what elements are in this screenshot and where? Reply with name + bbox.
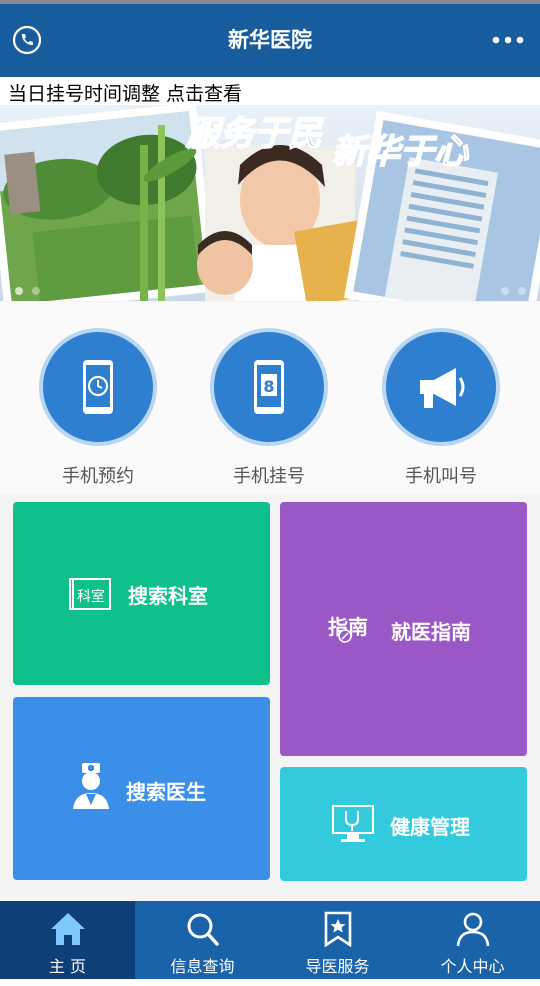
- carousel-dot: [15, 287, 23, 295]
- clock-phone-icon: [83, 360, 113, 414]
- appointment-label: 手机预约: [62, 466, 134, 487]
- bottom-strip: [0, 979, 540, 986]
- health-management-label: 健康管理: [390, 815, 470, 839]
- more-options-icon[interactable]: [490, 32, 526, 48]
- tab-personal-center[interactable]: 个人中心: [405, 901, 540, 979]
- tab-info-query[interactable]: 信息查询: [135, 901, 270, 979]
- user-icon: [456, 912, 490, 947]
- guide-tile[interactable]: 指南 就医指南: [280, 502, 527, 756]
- search-department-tile[interactable]: 科室 搜索科室: [13, 502, 270, 685]
- bottom-tab-bar: 主 页 信息查询 导医服务 个人中心: [0, 901, 540, 979]
- tab-home-label: 主 页: [48, 957, 87, 976]
- call-number-button[interactable]: [382, 328, 500, 446]
- banner-headline-left: 服务于民: [185, 114, 324, 154]
- carousel-dot: [518, 287, 526, 295]
- appointment-button[interactable]: [39, 328, 157, 446]
- home-icon: [51, 913, 85, 945]
- search-doctor-tile[interactable]: 搜索医生: [13, 697, 270, 880]
- svg-text:8: 8: [263, 377, 274, 396]
- banner-carousel[interactable]: 服务于民 新华于心: [0, 105, 540, 301]
- monitor-stethoscope-icon: [332, 805, 374, 842]
- department-sign-icon: 科室: [69, 578, 111, 610]
- tab-personal-center-label: 个人中心: [440, 957, 505, 976]
- guide-label: 就医指南: [391, 620, 471, 644]
- tab-info-query-label: 信息查询: [170, 957, 235, 976]
- doctor-icon: [73, 763, 109, 809]
- number-phone-icon: 8: [254, 360, 284, 414]
- notice-text: 当日挂号时间调整 点击查看: [8, 83, 243, 105]
- megaphone-icon: [420, 368, 465, 408]
- carousel-dot: [501, 287, 509, 295]
- page-title: 新华医院: [228, 28, 312, 52]
- tab-guide-service[interactable]: 导医服务: [270, 901, 405, 979]
- top-bar: 新华医院: [0, 4, 540, 77]
- notice-bar[interactable]: 当日挂号时间调整 点击查看: [0, 77, 540, 105]
- carousel-dot: [32, 287, 40, 295]
- search-doctor-label: 搜索医生: [126, 780, 206, 804]
- tab-home[interactable]: 主 页: [0, 901, 135, 979]
- health-management-tile[interactable]: 健康管理: [280, 767, 527, 881]
- svg-text:科室: 科室: [77, 588, 105, 605]
- registration-label: 手机挂号: [233, 466, 305, 487]
- search-department-label: 搜索科室: [128, 584, 208, 608]
- banner-headline-right: 新华于心: [332, 132, 469, 172]
- bookmark-star-icon: [324, 911, 352, 947]
- guide-icon: 指南: [328, 615, 368, 643]
- search-icon: [187, 913, 219, 946]
- tab-guide-service-label: 导医服务: [305, 957, 370, 976]
- registration-button[interactable]: 8: [210, 328, 328, 446]
- call-number-label: 手机叫号: [405, 466, 477, 487]
